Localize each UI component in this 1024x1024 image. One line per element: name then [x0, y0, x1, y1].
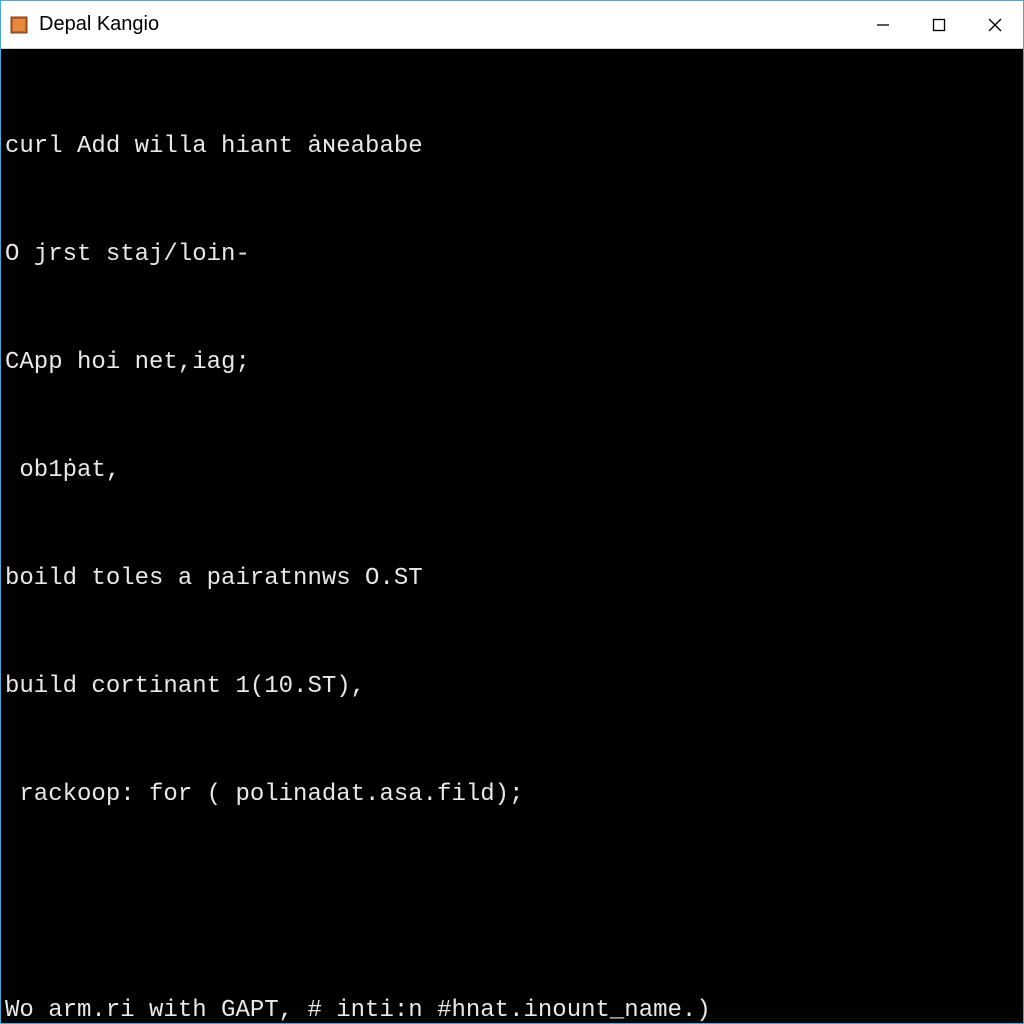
app-icon [9, 15, 29, 35]
maximize-button[interactable] [911, 1, 967, 48]
close-button[interactable] [967, 1, 1023, 48]
terminal-line: rackoop: for ( polinadat.asa.fild); [5, 777, 1019, 813]
terminal-line: O jrst staj/loin- [5, 237, 1019, 273]
terminal-line: Wo arm.ri with GAPT, # inti:n #hnat.inou… [5, 993, 1019, 1023]
window-controls [855, 1, 1023, 48]
minimize-button[interactable] [855, 1, 911, 48]
titlebar[interactable]: Depal Kangio [1, 1, 1023, 49]
terminal-line: ob1ṗat, [5, 453, 1019, 489]
minimize-icon [876, 18, 890, 32]
terminal-output[interactable]: curl Add willa hiant ȧɴeababe O jrst sta… [1, 49, 1023, 1023]
terminal-line: boild toles a pairatnnws O.ST [5, 561, 1019, 597]
close-icon [988, 18, 1002, 32]
terminal-line [5, 885, 1019, 921]
terminal-line: build cortinant 1(10.ST), [5, 669, 1019, 705]
terminal-line: curl Add willa hiant ȧɴeababe [5, 129, 1019, 165]
terminal-line: CApp hoi net,iag; [5, 345, 1019, 381]
window-title: Depal Kangio [39, 13, 159, 36]
app-window: Depal Kangio curl Add willa hiant ȧ [0, 0, 1024, 1024]
maximize-icon [932, 18, 946, 32]
